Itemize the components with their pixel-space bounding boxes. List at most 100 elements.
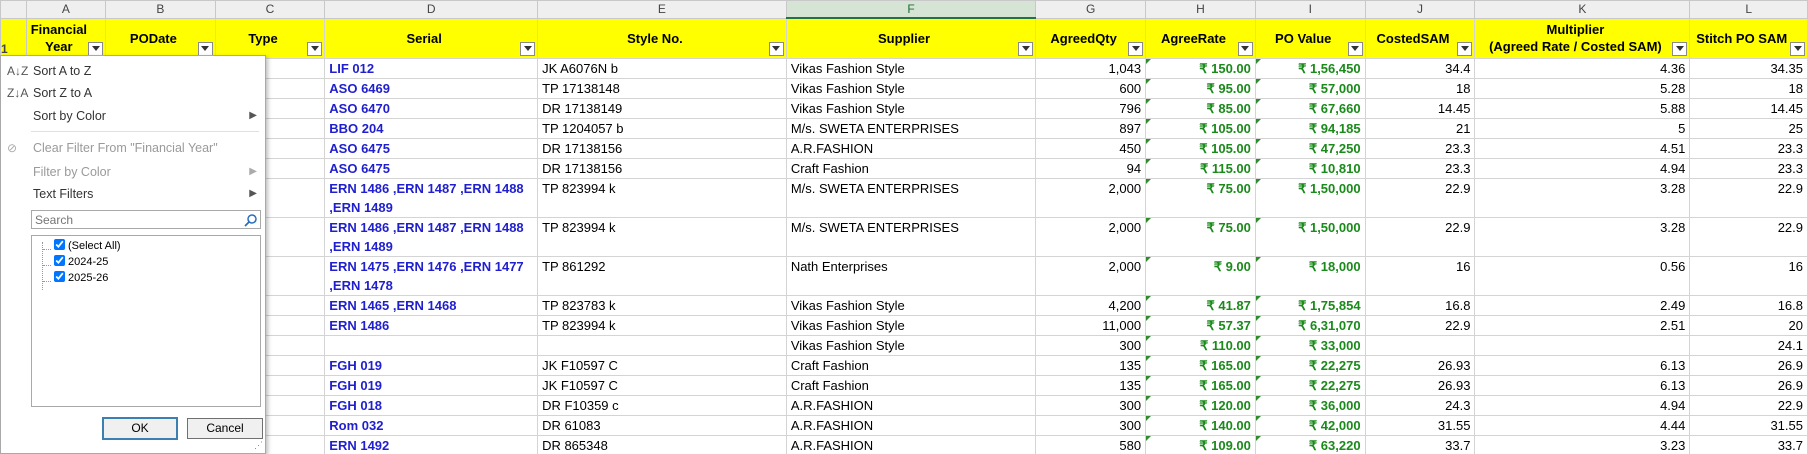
filter-dropdown-button[interactable] <box>520 41 536 56</box>
cell-qty[interactable]: 94 <box>1035 157 1147 179</box>
menu-sort-a-to-z[interactable]: Sort A to Z <box>33 61 261 81</box>
cell-stitch[interactable]: 18 <box>1689 77 1808 99</box>
cell-rate[interactable]: ₹ 41.87 <box>1145 294 1256 316</box>
column-header-j[interactable]: J <box>1364 0 1476 19</box>
header-cell[interactable]: Serial <box>324 17 539 59</box>
cell-rate[interactable]: ₹ 140.00 <box>1145 414 1256 436</box>
cell-style[interactable]: JK F10597 C <box>537 354 787 376</box>
filter-dropdown-button[interactable] <box>88 41 104 56</box>
cell-supplier[interactable]: Nath Enterprises <box>785 255 1037 296</box>
cell-qty[interactable]: 11,000 <box>1035 314 1147 336</box>
checkbox[interactable] <box>54 239 65 250</box>
header-cell[interactable]: Financial Year <box>25 17 107 59</box>
cell-mult[interactable]: 2.51 <box>1474 314 1691 336</box>
cell-sam[interactable]: 34.4 <box>1364 57 1476 79</box>
cell-style[interactable]: TP 1204057 b <box>537 117 787 139</box>
cell-qty[interactable]: 580 <box>1035 434 1147 454</box>
cell-supplier[interactable]: Vikas Fashion Style <box>785 57 1037 79</box>
cell-value[interactable]: ₹ 94,185 <box>1254 117 1366 139</box>
cell-stitch[interactable]: 16 <box>1689 255 1808 296</box>
filter-item-2024-25[interactable]: 2024-25 <box>54 254 108 270</box>
resize-grip-icon[interactable]: ⋰ <box>254 440 263 451</box>
cell-serial[interactable]: FGH 019 <box>324 354 539 376</box>
cell-qty[interactable]: 796 <box>1035 97 1147 119</box>
cancel-button[interactable]: Cancel <box>187 418 263 439</box>
cell-sam[interactable]: 22.9 <box>1364 314 1476 336</box>
cell-style[interactable]: DR 17138156 <box>537 157 787 179</box>
filter-dropdown-button[interactable] <box>307 41 323 56</box>
header-cell[interactable]: AgreeRate <box>1145 17 1256 59</box>
header-cell[interactable]: Style No. <box>537 17 787 59</box>
cell-serial[interactable]: ERN 1465 ,ERN 1468 <box>324 294 539 316</box>
column-header-l[interactable]: L <box>1689 0 1808 19</box>
cell-value[interactable]: ₹ 1,75,854 <box>1254 294 1366 316</box>
cell-supplier[interactable]: A.R.FASHION <box>785 434 1037 454</box>
cell-value[interactable]: ₹ 10,810 <box>1254 157 1366 179</box>
cell-sam[interactable]: 33.7 <box>1364 434 1476 454</box>
cell-stitch[interactable]: 23.3 <box>1689 137 1808 159</box>
cell-qty[interactable]: 300 <box>1035 394 1147 416</box>
cell-stitch[interactable]: 16.8 <box>1689 294 1808 316</box>
cell-value[interactable]: ₹ 63,220 <box>1254 434 1366 454</box>
cell-value[interactable]: ₹ 1,50,000 <box>1254 177 1366 218</box>
cell-stitch[interactable]: 14.45 <box>1689 97 1808 119</box>
cell-sam[interactable]: 26.93 <box>1364 354 1476 376</box>
cell-style[interactable]: DR 61083 <box>537 414 787 436</box>
cell-mult[interactable] <box>1474 334 1691 356</box>
cell-mult[interactable]: 4.94 <box>1474 394 1691 416</box>
cell-mult[interactable]: 3.23 <box>1474 434 1691 454</box>
cell-supplier[interactable]: A.R.FASHION <box>785 137 1037 159</box>
cell-value[interactable]: ₹ 18,000 <box>1254 255 1366 296</box>
cell-stitch[interactable]: 23.3 <box>1689 157 1808 179</box>
filter-dropdown-button[interactable] <box>197 41 213 56</box>
cell-supplier[interactable]: A.R.FASHION <box>785 394 1037 416</box>
header-cell[interactable]: CostedSAM <box>1364 17 1476 59</box>
cell-qty[interactable]: 2,000 <box>1035 177 1147 218</box>
cell-serial[interactable]: ERN 1486 ,ERN 1487 ,ERN 1488 ,ERN 1489 <box>324 216 539 257</box>
cell-rate[interactable]: ₹ 85.00 <box>1145 97 1256 119</box>
cell-style[interactable]: TP 861292 <box>537 255 787 296</box>
cell-style[interactable]: TP 823994 k <box>537 314 787 336</box>
cell-mult[interactable]: 4.36 <box>1474 57 1691 79</box>
column-header-a[interactable]: A <box>25 0 107 19</box>
filter-value-list[interactable]: (Select All) 2024-25 2025-26 <box>31 235 261 407</box>
cell-qty[interactable]: 897 <box>1035 117 1147 139</box>
cell-sam[interactable]: 18 <box>1364 77 1476 99</box>
ok-button[interactable]: OK <box>102 417 178 440</box>
cell-value[interactable]: ₹ 47,250 <box>1254 137 1366 159</box>
cell-supplier[interactable]: M/s. SWETA ENTERPRISES <box>785 177 1037 218</box>
header-cell[interactable]: Stitch PO SAM <box>1689 17 1808 59</box>
cell-serial[interactable] <box>324 334 539 356</box>
cell-mult[interactable]: 3.28 <box>1474 216 1691 257</box>
filter-dropdown-button[interactable] <box>768 41 784 56</box>
filter-dropdown[interactable]: A↓Z Sort A to Z Z↓A Sort Z to A Sort by … <box>0 55 266 454</box>
cell-supplier[interactable]: M/s. SWETA ENTERPRISES <box>785 216 1037 257</box>
cell-serial[interactable]: FGH 018 <box>324 394 539 416</box>
filter-search-input[interactable] <box>31 210 261 229</box>
cell-value[interactable]: ₹ 36,000 <box>1254 394 1366 416</box>
cell-mult[interactable]: 4.44 <box>1474 414 1691 436</box>
checkbox[interactable] <box>54 271 65 282</box>
filter-dropdown-button[interactable] <box>1672 41 1688 56</box>
cell-rate[interactable]: ₹ 75.00 <box>1145 177 1256 218</box>
cell-serial[interactable]: ASO 6469 <box>324 77 539 99</box>
cell-sam[interactable]: 31.55 <box>1364 414 1476 436</box>
filter-dropdown-button[interactable] <box>1457 41 1473 56</box>
column-header-f[interactable]: F <box>785 0 1037 19</box>
cell-value[interactable]: ₹ 6,31,070 <box>1254 314 1366 336</box>
header-cell[interactable]: PO Value <box>1254 17 1366 59</box>
cell-serial[interactable]: ERN 1492 <box>324 434 539 454</box>
cell-qty[interactable]: 135 <box>1035 354 1147 376</box>
filter-item-select-all[interactable]: (Select All) <box>54 238 121 254</box>
cell-value[interactable]: ₹ 1,50,000 <box>1254 216 1366 257</box>
cell-qty[interactable]: 4,200 <box>1035 294 1147 316</box>
header-cell[interactable]: Multiplier (Agreed Rate / Costed SAM) <box>1474 17 1691 59</box>
cell-serial[interactable]: LIF 012 <box>324 57 539 79</box>
cell-rate[interactable]: ₹ 115.00 <box>1145 157 1256 179</box>
column-header-b[interactable]: B <box>105 0 216 19</box>
cell-qty[interactable]: 2,000 <box>1035 216 1147 257</box>
cell-style[interactable]: JK A6076N b <box>537 57 787 79</box>
cell-stitch[interactable]: 22.9 <box>1689 394 1808 416</box>
cell-sam[interactable]: 23.3 <box>1364 157 1476 179</box>
cell-supplier[interactable]: Vikas Fashion Style <box>785 97 1037 119</box>
